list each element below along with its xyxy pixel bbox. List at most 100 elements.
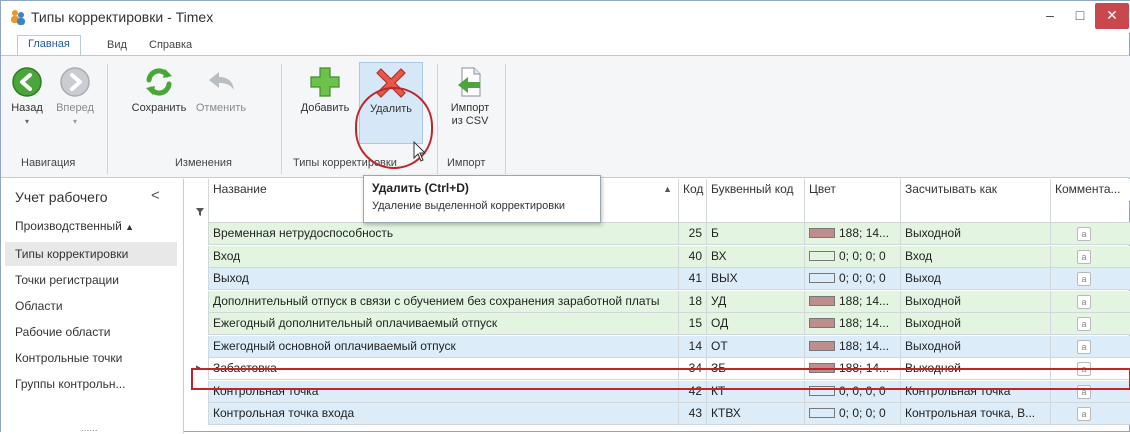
column-header-letter-code[interactable]: Буквенный код [707,179,805,201]
cell-count-as[interactable]: Выходной [901,290,1051,313]
filter-cell-count-as[interactable] [901,201,1051,223]
back-button[interactable]: Назад ▾ [5,62,49,144]
row-header[interactable] [191,313,209,335]
minimize-button[interactable]: – [1035,3,1065,29]
cell-name[interactable]: Контрольная точка входа [209,403,679,425]
cell-letter-code[interactable]: ВХ [707,245,805,268]
comment-editor-icon[interactable]: a [1077,227,1091,241]
cell-color[interactable]: 188; 14... [805,313,901,335]
tab-view[interactable]: Вид [97,37,137,55]
ribbon-separator [505,64,506,174]
cell-letter-code[interactable]: ОД [707,313,805,335]
cell-code[interactable]: 14 [679,335,707,358]
table-row[interactable]: Выход 41 ВЫХ 0; 0; 0; 0 Выход a [191,268,1130,290]
nav-item-areas[interactable]: Области [15,299,63,313]
cell-color[interactable]: 188; 14... [805,335,901,358]
table-row[interactable]: Контрольная точка входа 43 КТВХ 0; 0; 0; 0 К… [191,403,1130,425]
cell-color[interactable]: 0; 0; 0; 0 [805,268,901,290]
filter-cell-letter-code[interactable] [707,201,805,223]
column-header-code[interactable]: Код [679,179,707,201]
cell-comment[interactable]: a [1051,246,1130,268]
cell-name[interactable]: Вход [209,245,679,268]
filter-cell-code[interactable] [679,201,707,223]
cell-comment[interactable]: a [1051,403,1130,425]
table-row[interactable]: Вход 40 ВХ 0; 0; 0; 0 Вход a [191,245,1130,268]
cell-code[interactable]: 41 [679,268,707,290]
row-header[interactable] [191,268,209,290]
import-csv-button[interactable]: Импорт из CSV [443,62,497,144]
cell-count-as[interactable]: Выходной [901,223,1051,245]
column-header-color[interactable]: Цвет [805,179,901,201]
table-row[interactable]: Временная нетрудоспособность 25 Б 188; 14..… [191,223,1130,245]
row-header[interactable] [191,245,209,268]
cell-letter-code[interactable]: Б [707,223,805,245]
row-header[interactable] [191,403,209,425]
comment-editor-icon[interactable]: a [1077,317,1091,331]
cell-letter-code[interactable]: УД [707,290,805,313]
row-header[interactable] [191,223,209,245]
cell-letter-code[interactable]: КТВХ [707,403,805,425]
undo-button[interactable]: Отменить [191,62,251,144]
cell-name[interactable]: Ежегодный основной оплачиваемый отпуск [209,335,679,358]
cell-code[interactable]: 43 [679,403,707,425]
cell-name[interactable]: Ежегодный дополнительный оплачиваемый от… [209,313,679,335]
cell-count-as[interactable]: Контрольная точка, В... [901,403,1051,425]
nav-item-work-areas[interactable]: Рабочие области [15,325,110,339]
nav-item-checkpoint-groups[interactable]: Группы контрольн... [15,377,125,391]
cell-count-as[interactable]: Выход [901,268,1051,290]
comment-editor-icon[interactable]: a [1077,339,1091,354]
nav-item-registration-points[interactable]: Точки регистрации [15,273,119,287]
cell-name[interactable]: Временная нетрудоспособность [209,223,679,245]
table-row[interactable]: Дополнительный отпуск в связи с обучение… [191,290,1130,313]
cell-code[interactable]: 25 [679,223,707,245]
comment-editor-icon[interactable]: a [1077,249,1091,264]
cell-count-as[interactable]: Выходной [901,313,1051,335]
color-value: 0; 0; 0; 0 [839,248,886,263]
comment-editor-icon[interactable]: a [1077,407,1091,421]
cell-comment[interactable]: a [1051,336,1130,358]
cell-color[interactable]: 0; 0; 0; 0 [805,403,901,425]
tab-home[interactable]: Главная [17,35,81,56]
nav-item-production[interactable]: Производственный ▲ [15,219,134,233]
maximize-button[interactable]: □ [1065,3,1095,29]
save-button[interactable]: Сохранить [127,62,191,144]
collapse-panel-button[interactable]: < [151,187,160,204]
cell-comment[interactable]: a [1051,268,1130,290]
tab-help[interactable]: Справка [139,37,202,55]
column-header-name-label: Название [213,182,267,196]
close-button[interactable]: ✕ [1095,3,1129,29]
cell-code[interactable]: 18 [679,290,707,313]
add-button[interactable]: Добавить [293,62,357,144]
row-header[interactable] [191,335,209,358]
color-swatch [809,250,835,261]
cell-name[interactable]: Дополнительный отпуск в связи с обучение… [209,290,679,313]
cell-comment[interactable]: a [1051,223,1130,245]
forward-button[interactable]: Вперед ▾ [51,62,99,144]
table-row[interactable]: Ежегодный дополнительный оплачиваемый от… [191,313,1130,335]
cell-comment[interactable]: a [1051,291,1130,313]
filter-cell-comment[interactable] [1051,201,1130,223]
row-header[interactable] [191,290,209,313]
column-header-comment[interactable]: Коммента... [1051,179,1130,201]
cell-count-as[interactable]: Вход [901,245,1051,268]
color-swatch [809,228,835,238]
cell-letter-code[interactable]: ВЫХ [707,268,805,290]
column-header-count-as[interactable]: Засчитывать как [901,179,1051,201]
comment-editor-icon[interactable]: a [1077,294,1091,309]
cell-comment[interactable]: a [1051,313,1130,335]
nav-splitter-grip[interactable]: ...... [81,423,98,434]
color-value: 188; 14... [839,316,890,330]
nav-item-checkpoints[interactable]: Контрольные точки [15,351,122,365]
cell-color[interactable]: 188; 14... [805,290,901,313]
cell-name[interactable]: Выход [209,268,679,290]
cell-code[interactable]: 15 [679,313,707,335]
cell-color[interactable]: 188; 14... [805,223,901,245]
table-row[interactable]: Ежегодный основной оплачиваемый отпуск 14… [191,335,1130,358]
nav-item-correction-types[interactable]: Типы корректировки [5,242,177,266]
cell-color[interactable]: 0; 0; 0; 0 [805,245,901,268]
cell-letter-code[interactable]: ОТ [707,335,805,358]
comment-editor-icon[interactable]: a [1077,272,1091,286]
cell-count-as[interactable]: Выходной [901,335,1051,358]
filter-cell-color[interactable] [805,201,901,223]
cell-code[interactable]: 40 [679,245,707,268]
